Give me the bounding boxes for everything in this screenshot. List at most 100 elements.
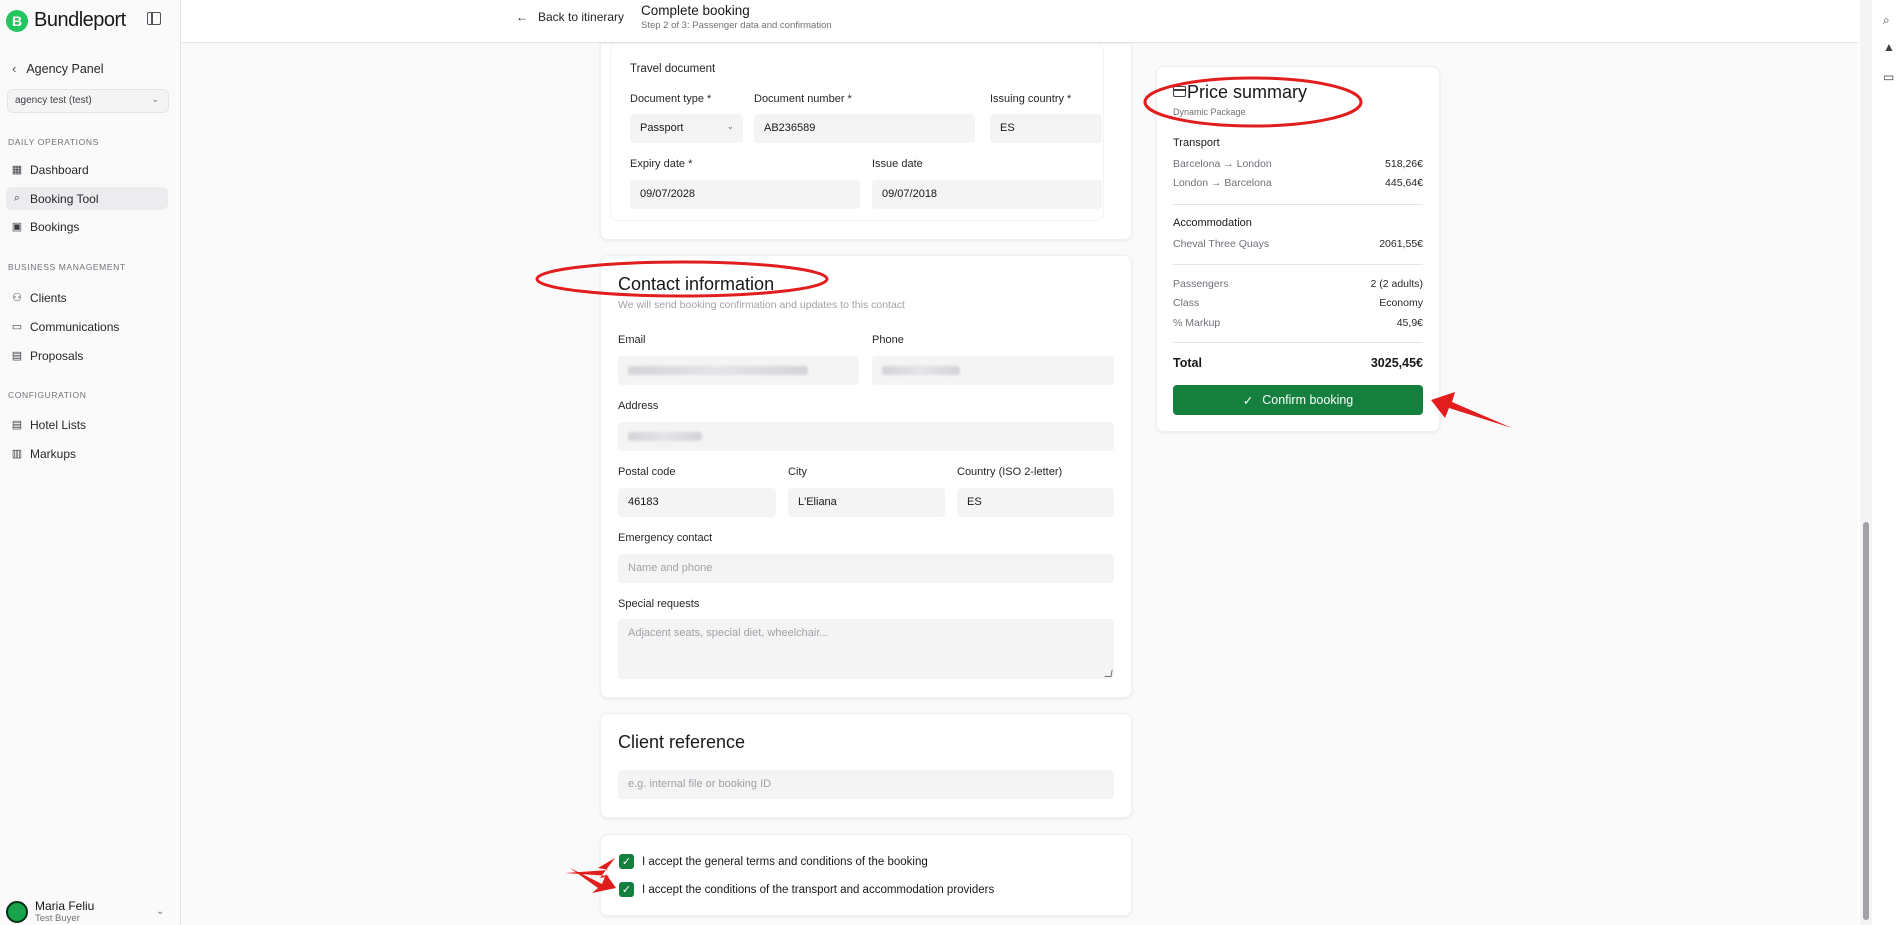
sidebar-item-markups[interactable]: ▥ Markups xyxy=(6,442,168,465)
emergency-contact-field[interactable]: Name and phone xyxy=(618,554,1114,583)
price-row-value: 2061,55€ xyxy=(1379,238,1423,250)
emergency-contact-label: Emergency contact xyxy=(618,532,713,544)
page-title: Complete booking xyxy=(641,3,750,18)
address-field[interactable] xyxy=(618,422,1114,451)
section-label-daily-operations: DAILY OPERATIONS xyxy=(8,137,99,147)
detail-row-value: 45,9€ xyxy=(1396,317,1423,329)
client-reference-card xyxy=(600,713,1132,818)
annotation-arrow-confirm xyxy=(1431,392,1512,428)
phone-label: Phone xyxy=(872,334,904,346)
sidebar-item-dashboard[interactable]: ▦ Dashboard xyxy=(6,158,168,181)
special-requests-placeholder: Adjacent seats, special diet, wheelchair… xyxy=(628,627,829,639)
postal-code-label: Postal code xyxy=(618,466,676,478)
detail-row-label: % Markup xyxy=(1173,317,1221,329)
divider xyxy=(1173,264,1423,265)
chevron-down-icon: ⌄ xyxy=(151,94,159,104)
agency-panel-label: Agency Panel xyxy=(26,61,104,76)
issue-date-field[interactable]: 09/07/2018 xyxy=(872,180,1102,209)
avatar xyxy=(6,900,28,923)
issue-date-label: Issue date xyxy=(872,158,923,170)
chat-icon[interactable]: ▭ xyxy=(1883,70,1894,84)
detail-row-value: Economy xyxy=(1379,297,1423,309)
chevron-down-icon[interactable]: ⌄ xyxy=(156,906,164,917)
special-requests-label: Special requests xyxy=(618,598,700,610)
detail-row-passengers: Passengers 2 (2 adults) xyxy=(1173,278,1423,290)
document-number-label: Document number * xyxy=(754,93,852,105)
detail-row-label: Passengers xyxy=(1173,278,1229,290)
brand-name: Bundleport xyxy=(34,9,126,31)
sidebar-item-proposals[interactable]: ▤ Proposals xyxy=(6,344,168,367)
chevron-left-icon: ‹ xyxy=(12,61,17,76)
city-label: City xyxy=(788,466,807,478)
total-label: Total xyxy=(1173,356,1202,370)
sidebar-item-communications[interactable]: ▭ Communications xyxy=(6,315,168,338)
back-to-itinerary-link[interactable]: ← Back to itinerary xyxy=(516,10,624,24)
issuing-country-field[interactable]: ES xyxy=(990,114,1102,143)
sidebar-item-bookings[interactable]: ▣ Bookings xyxy=(6,215,168,238)
sidebar-item-label: Clients xyxy=(30,290,67,305)
price-row-label: London → Barcelona xyxy=(1173,177,1272,189)
total-row: Total 3025,45€ xyxy=(1173,356,1423,370)
sidebar-item-label: Markups xyxy=(30,446,77,461)
document-type-value: Passport xyxy=(640,122,684,134)
travel-document-title: Travel document xyxy=(630,63,716,75)
provider-terms-checkbox[interactable]: ✓ xyxy=(619,882,634,897)
document-type-label: Document type * xyxy=(630,93,712,105)
sidebar-item-booking-tool[interactable]: ⌕ Booking Tool xyxy=(6,187,168,210)
redacted-address xyxy=(628,431,702,441)
address-label: Address xyxy=(618,400,659,412)
accept-general-terms-row[interactable]: ✓ I accept the general terms and conditi… xyxy=(619,854,928,869)
general-terms-label: I accept the general terms and condition… xyxy=(642,855,928,868)
scrollbar-thumb[interactable] xyxy=(1863,522,1869,920)
special-requests-textarea[interactable]: Adjacent seats, special diet, wheelchair… xyxy=(618,619,1114,679)
sidebar-item-label: Communications xyxy=(30,319,120,334)
accept-provider-terms-row[interactable]: ✓ I accept the conditions of the transpo… xyxy=(619,882,994,897)
section-label-configuration: CONFIGURATION xyxy=(8,390,87,400)
client-reference-field[interactable]: e.g. internal file or booking ID xyxy=(618,770,1114,799)
user-name: Maria Feliu xyxy=(35,899,95,913)
sidebar-toggle-icon[interactable] xyxy=(147,12,161,25)
detail-row-class: Class Economy xyxy=(1173,297,1423,309)
search-icon[interactable]: ⌕ xyxy=(1883,13,1890,28)
sidebar-item-clients[interactable]: ⚇ Clients xyxy=(6,286,168,309)
sidebar-item-label: Hotel Lists xyxy=(30,417,87,432)
divider xyxy=(1173,204,1423,205)
calendar-icon: ▣ xyxy=(11,221,23,233)
brand[interactable]: B Bundleport xyxy=(6,9,126,32)
phone-field[interactable] xyxy=(872,356,1114,385)
confirm-booking-label: Confirm booking xyxy=(1262,393,1354,407)
divider xyxy=(1173,342,1423,343)
sidebar-item-hotel-lists[interactable]: ▤ Hotel Lists xyxy=(6,413,168,436)
search-icon: ⌕ xyxy=(13,192,21,204)
user-menu[interactable]: Maria Feliu Test Buyer xyxy=(6,899,94,924)
city-field[interactable]: L'Eliana xyxy=(788,488,945,517)
agency-panel-back-link[interactable]: ‹ Agency Panel xyxy=(12,61,103,76)
user-icon: ⚇ xyxy=(12,292,22,304)
transport-heading: Transport xyxy=(1173,137,1220,149)
back-to-itinerary-label: Back to itinerary xyxy=(538,10,625,24)
sidebar: B Bundleport ‹ Agency Panel agency test … xyxy=(0,0,181,925)
contact-information-subtitle: We will send booking confirmation and up… xyxy=(618,299,905,311)
price-summary-subtitle: Dynamic Package xyxy=(1173,107,1246,117)
chevron-down-icon: ⌄ xyxy=(726,121,734,131)
section-label-business-management: BUSINESS MANAGEMENT xyxy=(8,262,126,272)
country-field[interactable]: ES xyxy=(957,488,1114,517)
sidebar-item-label: Booking Tool xyxy=(30,191,99,206)
email-field[interactable] xyxy=(618,356,859,385)
resize-handle-icon[interactable] xyxy=(1104,670,1113,677)
price-row-value: 445,64€ xyxy=(1385,177,1423,189)
general-terms-checkbox[interactable]: ✓ xyxy=(619,854,634,869)
postal-code-field[interactable]: 46183 xyxy=(618,488,776,517)
document-type-select[interactable]: Passport ⌄ xyxy=(630,114,743,143)
document-icon: ▤ xyxy=(11,350,23,362)
redacted-phone xyxy=(882,365,960,375)
detail-row-label: Class xyxy=(1173,297,1200,309)
price-row-transport: London → Barcelona 445,64€ xyxy=(1173,177,1423,189)
document-number-field[interactable]: AB236589 xyxy=(754,114,975,143)
expiry-date-field[interactable]: 09/07/2028 xyxy=(630,180,860,209)
confirm-booking-button[interactable]: ✓ Confirm booking xyxy=(1173,385,1423,415)
notification-bell-icon[interactable]: ▲ xyxy=(1883,40,1895,54)
list-icon: ▤ xyxy=(11,419,23,431)
agency-select[interactable]: agency test (test) ⌄ xyxy=(7,89,169,113)
email-label: Email xyxy=(618,334,646,346)
